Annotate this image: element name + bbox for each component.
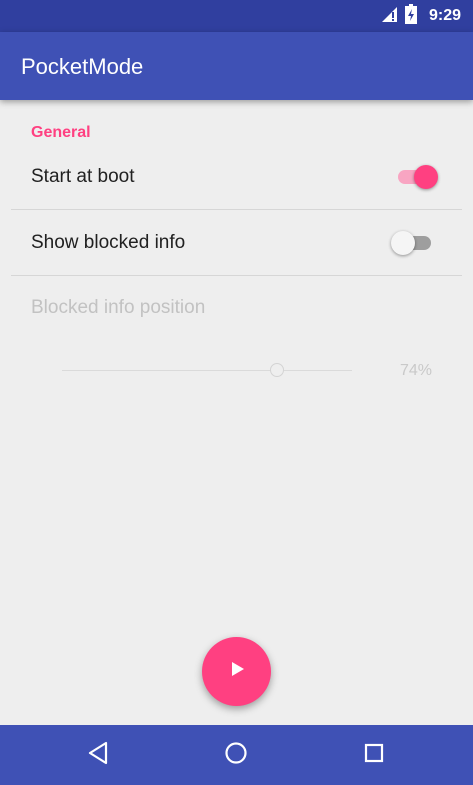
play-icon xyxy=(229,661,245,682)
pref-show-blocked-info[interactable]: Show blocked info xyxy=(0,210,473,276)
navigation-bar xyxy=(0,725,473,785)
position-slider-thumb xyxy=(269,363,284,377)
recents-button[interactable] xyxy=(344,725,404,785)
battery-icon xyxy=(404,3,417,29)
section-header-general: General xyxy=(31,124,91,141)
status-time: 9:29 xyxy=(428,7,461,24)
signal-icon xyxy=(381,5,397,28)
position-slider-value: 74% xyxy=(399,362,432,379)
divider xyxy=(11,275,462,276)
pref-start-at-boot[interactable]: Start at boot xyxy=(0,144,473,210)
pref-show-blocked-info-label: Show blocked info xyxy=(31,232,186,253)
switch-thumb xyxy=(391,231,415,255)
status-bar: 9:29 xyxy=(0,0,473,32)
back-button[interactable] xyxy=(68,725,128,785)
screen: 9:29 PocketMode General Start at boot Sh… xyxy=(0,0,473,785)
play-fab-button[interactable] xyxy=(202,637,271,706)
back-icon xyxy=(87,741,109,770)
start-at-boot-switch[interactable] xyxy=(394,163,438,191)
pref-start-at-boot-label: Start at boot xyxy=(31,166,135,187)
recents-icon xyxy=(363,742,385,769)
position-slider-track xyxy=(62,370,352,371)
app-title: PocketMode xyxy=(21,54,144,79)
switch-thumb xyxy=(414,165,438,189)
home-icon xyxy=(224,741,248,770)
pref-blocked-info-position-label: Blocked info position xyxy=(31,297,206,318)
app-bar: PocketMode xyxy=(0,32,473,100)
status-icons: 9:29 xyxy=(381,0,461,32)
home-button[interactable] xyxy=(206,725,266,785)
show-blocked-info-switch[interactable] xyxy=(391,229,435,257)
